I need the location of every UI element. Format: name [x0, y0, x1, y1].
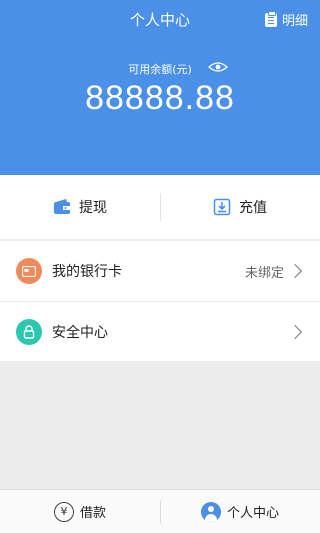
tab-profile-label: 个人中心	[226, 506, 279, 521]
detail-label: 明细	[281, 14, 308, 29]
detail-button[interactable]: 明细	[264, 10, 308, 29]
eye-icon[interactable]	[208, 61, 228, 73]
bank-card-icon	[16, 258, 42, 284]
chevron-right-icon	[287, 324, 303, 339]
tab-loan-label: 借款	[79, 506, 106, 521]
action-bar: 提现 充值	[0, 175, 320, 239]
tab-loan[interactable]: ¥ 借款	[0, 490, 160, 533]
tab-profile[interactable]: 个人中心	[160, 490, 320, 533]
bank-card-label: 我的银行卡	[52, 264, 122, 280]
yen-icon: ¥	[53, 501, 74, 522]
download-icon	[213, 198, 231, 216]
empty-area	[0, 361, 320, 489]
withdraw-label: 提现	[79, 200, 107, 216]
wallet-icon	[54, 199, 70, 214]
clipboard-icon	[264, 10, 277, 27]
chevron-right-icon	[287, 263, 303, 279]
list-item-bank-card[interactable]: 我的银行卡 未绑定	[0, 241, 320, 301]
tab-divider	[160, 500, 161, 524]
balance-label: 可用余额(元)	[128, 63, 192, 76]
balance-amount: 88888.88	[85, 79, 235, 117]
security-label: 安全中心	[52, 324, 108, 341]
list-item-security[interactable]: 安全中心	[0, 301, 320, 361]
action-divider	[160, 193, 161, 221]
menu-list: 我的银行卡 未绑定 安全中心	[0, 241, 320, 361]
recharge-button[interactable]: 充值	[160, 175, 320, 239]
lock-icon	[16, 318, 42, 345]
header: 个人中心 明细 可用余额(元) 88888.88	[0, 0, 320, 175]
withdraw-button[interactable]: 提现	[0, 175, 160, 239]
recharge-label: 充值	[239, 200, 267, 216]
tab-bar: ¥ 借款 个人中心	[0, 489, 320, 533]
bank-card-status: 未绑定	[244, 265, 284, 281]
user-icon	[200, 501, 221, 522]
